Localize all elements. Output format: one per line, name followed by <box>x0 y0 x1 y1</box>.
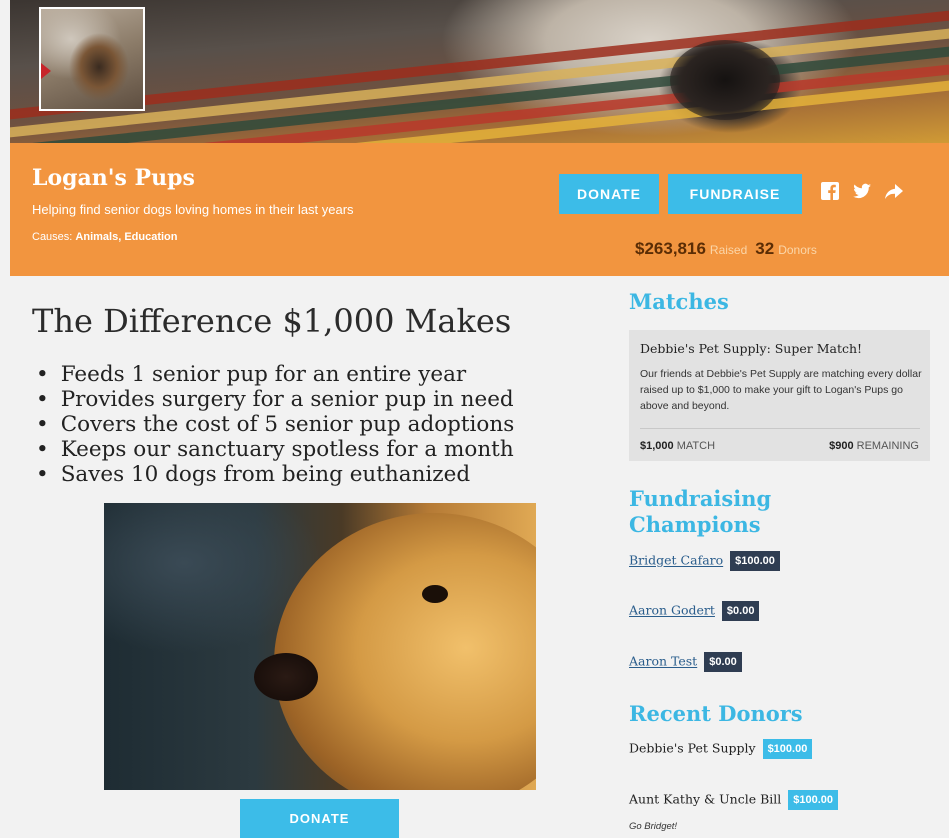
match-description: Our friends at Debbie's Pet Supply are m… <box>640 368 922 412</box>
cover-dog-nose <box>670 40 780 120</box>
donors-label: Donors <box>778 243 817 257</box>
list-item: Saves 10 dogs from being euthanized <box>36 462 514 487</box>
champion-row: Bridget Cafaro $100.00 <box>629 551 780 571</box>
donors-heading: Recent Donors <box>629 701 803 726</box>
org-causes: Causes: Animals, Education <box>32 231 178 243</box>
champions-heading-text: Fundraising Champions <box>629 486 772 537</box>
causes-label: Causes: <box>32 231 73 243</box>
match-amount-label: MATCH <box>676 440 716 452</box>
match-amount: $1,000 MATCH <box>640 440 715 452</box>
match-remaining-value: $900 <box>829 440 854 452</box>
champion-amount-badge: $100.00 <box>730 551 780 571</box>
champion-row: Aaron Test $0.00 <box>629 652 742 672</box>
dog-photo <box>104 503 536 790</box>
champions-heading: Fundraising Champions <box>629 486 809 538</box>
list-item: Covers the cost of 5 senior pup adoption… <box>36 412 515 437</box>
dog-eye <box>422 585 448 603</box>
match-remaining: $900 REMAINING <box>829 440 919 452</box>
donate-button[interactable]: DONATE <box>559 174 659 214</box>
champion-link[interactable]: Bridget Cafaro <box>629 553 723 568</box>
list-item: Feeds 1 senior pup for an entire year <box>36 362 514 387</box>
list-item: Keeps our sanctuary spotless for a month <box>36 437 514 462</box>
divider <box>640 428 920 429</box>
donor-row: Aunt Kathy & Uncle Bill $100.00 <box>629 790 839 810</box>
match-title: Debbie's Pet Supply: Super Match! <box>640 341 863 356</box>
donate-button-bottom[interactable]: DONATE <box>240 799 399 838</box>
donor-name: Aunt Kathy & Uncle Bill <box>629 791 782 807</box>
fundraising-stats: $263,816 Raised 32 Donors <box>635 239 825 259</box>
donor-amount-badge: $100.00 <box>788 790 839 810</box>
champion-link[interactable]: Aaron Test <box>629 654 697 669</box>
facebook-icon[interactable] <box>820 181 840 201</box>
donors-count: 32 <box>755 239 775 258</box>
donor-amount-badge: $100.00 <box>762 739 813 759</box>
avatar-flag-icon <box>41 63 51 79</box>
raised-label: Raised <box>709 243 748 257</box>
dog-nose <box>254 653 318 701</box>
match-card: Debbie's Pet Supply: Super Match! Our fr… <box>629 330 930 461</box>
page-title: The Difference $1,000 Makes <box>32 302 512 340</box>
dog-head <box>274 513 536 790</box>
causes-list[interactable]: Animals, Education <box>75 231 177 243</box>
org-header: Logan's Pups Helping find senior dogs lo… <box>10 143 949 276</box>
org-name: Logan's Pups <box>32 165 195 191</box>
donor-note: Go Bridget! <box>629 821 678 832</box>
matches-heading: Matches <box>629 289 729 314</box>
impact-list: Feeds 1 senior pup for an entire year Pr… <box>36 362 515 487</box>
champion-amount-badge: $0.00 <box>704 652 742 672</box>
fundraise-button[interactable]: FUNDRAISE <box>668 174 802 214</box>
twitter-icon[interactable] <box>852 181 872 201</box>
champion-link[interactable]: Aaron Godert <box>629 603 715 618</box>
raised-amount: $263,816 <box>635 239 706 258</box>
org-tagline: Helping find senior dogs loving homes in… <box>32 202 354 217</box>
match-remaining-label: REMAINING <box>856 440 919 452</box>
donor-row: Debbie's Pet Supply $100.00 <box>629 739 813 759</box>
champion-amount-badge: $0.00 <box>721 601 760 621</box>
champion-row: Aaron Godert $0.00 <box>629 601 760 621</box>
donor-name: Debbie's Pet Supply <box>629 740 756 756</box>
share-icon[interactable] <box>884 181 904 201</box>
cover-image <box>10 0 949 143</box>
list-item: Provides surgery for a senior pup in nee… <box>36 387 514 412</box>
org-avatar <box>39 7 145 111</box>
match-amount-value: $1,000 <box>640 440 674 452</box>
